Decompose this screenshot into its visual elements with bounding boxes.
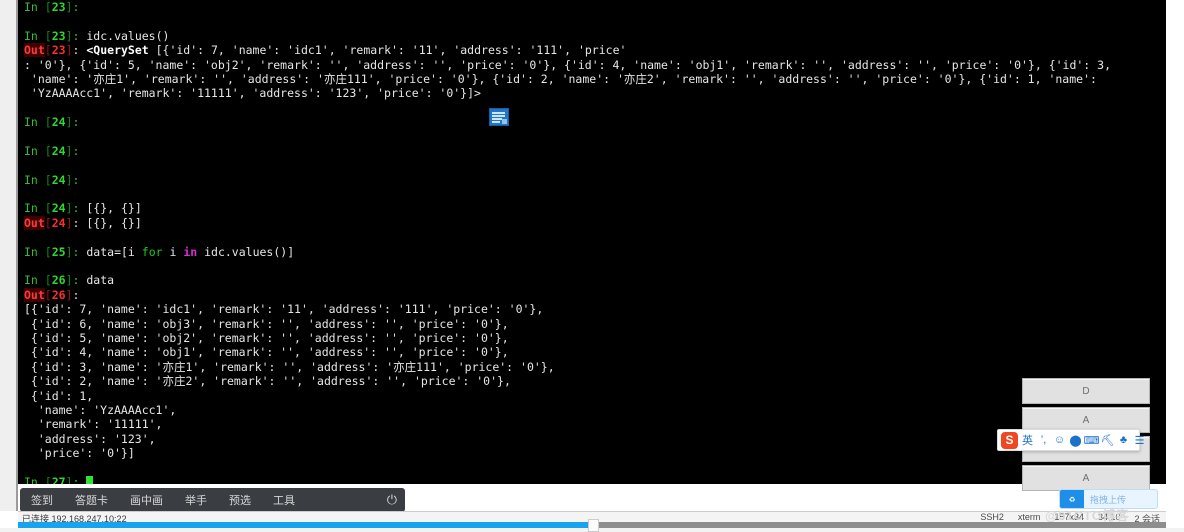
terminal-line: In [23]: idc.values() (24, 28, 170, 43)
terminal-line: In [24]: (24, 115, 87, 130)
ime-menu-icon[interactable]: ☰ (1133, 434, 1146, 447)
ime-skin-icon[interactable]: ♣ (1117, 434, 1130, 447)
terminal-output[interactable]: In [23]: In [23]: idc.values() Out[23]: <… (18, 0, 1166, 484)
terminal-line: In [24]: (24, 172, 87, 187)
ime-toolbox-icon[interactable]: ⛏ (1101, 434, 1115, 447)
ime-language-toggle[interactable]: 英 (1021, 434, 1034, 447)
side-button-d[interactable]: D (1022, 378, 1150, 404)
terminal-line: In [26]: data (24, 273, 115, 288)
right-edge (1166, 0, 1184, 528)
terminal-line: {'id': 3, 'name': '亦庄1', 'remark': '', '… (24, 359, 555, 374)
terminal-line: Out[23]: <QuerySet [{'id': 7, 'name': 'i… (24, 43, 627, 58)
ime-emoji-icon[interactable]: ☺ (1053, 434, 1066, 447)
ime-keyboard-icon[interactable]: ⌨ (1084, 434, 1100, 447)
toolbar-pip[interactable]: 画中画 (119, 492, 174, 508)
terminal-line: {'id': 5, 'name': 'obj2', 'remark': '', … (24, 330, 509, 345)
toolbar-preselect[interactable]: 预选 (218, 492, 262, 508)
ime-voice-icon[interactable]: ⬤ (1069, 434, 1082, 447)
bottom-left-edge (0, 511, 18, 528)
terminal-line: {'id': 1, (24, 388, 94, 403)
terminal-line: 'remark': '11111', (24, 417, 163, 432)
horizontal-scrollbar[interactable] (18, 519, 1166, 532)
terminal-line: {'id': 4, 'name': 'obj1', 'remark': '', … (24, 345, 509, 360)
terminal-line: In [25]: data=[i for i in idc.values()] (24, 244, 295, 259)
terminal-line: Out[26]: (24, 287, 87, 302)
toolbar-tools[interactable]: 工具 (262, 492, 306, 508)
clipboard-paste-icon[interactable] (489, 108, 509, 126)
app-root: In [23]: In [23]: idc.values() Out[23]: <… (0, 0, 1184, 532)
terminal-line: 'address': '123', (24, 431, 156, 446)
terminal-line: In [27]: (24, 475, 1166, 484)
terminal-line: Out[24]: [{}, {}] (24, 215, 142, 230)
terminal-line: In [23]: (24, 0, 87, 14)
scrollbar-fill (18, 522, 592, 528)
terminal-line: 'name': '亦庄1', 'remark': '', 'address': … (24, 71, 1097, 86)
side-button-a-3[interactable]: A (1022, 465, 1150, 491)
terminal-line: [{'id': 7, 'name': 'idc1', 'remark': '11… (24, 302, 544, 317)
terminal-line: 'price': '0'}] (24, 446, 135, 461)
upload-label: 拖拽上传 (1090, 494, 1127, 505)
terminal-line: : '0'}, {'id': 5, 'name': 'obj2', 'remar… (24, 57, 1112, 72)
sogou-ime-bar[interactable]: S 英 ’, ☺ ⬤ ⌨ ⛏ ♣ ☰ (997, 429, 1144, 451)
terminal-line: {'id': 6, 'name': 'obj3', 'remark': '', … (24, 316, 509, 331)
terminal-line: {'id': 2, 'name': '亦庄2', 'remark': '', '… (24, 374, 511, 389)
toolbar-signin[interactable]: 签到 (20, 492, 64, 508)
sogou-logo-icon: S (1001, 431, 1018, 449)
class-toolbar: 签到 答题卡 画中画 举手 预选 工具 ⏻ (20, 488, 405, 512)
toolbar-raise-hand[interactable]: 举手 (174, 492, 218, 508)
terminal-line: 'YzAAAAcc1', 'remark': '11111', 'address… (24, 86, 481, 101)
ime-punctuation-icon[interactable]: ’, (1037, 434, 1050, 447)
scrollbar-knob[interactable] (588, 519, 599, 532)
terminal-line: In [24]: [{}, {}] (24, 201, 142, 216)
terminal-line: In [24]: (24, 143, 87, 158)
terminal-line: 'name': 'YzAAAAcc1', (24, 402, 177, 417)
terminal-left-gutter (0, 0, 18, 511)
toolbar-answer-card[interactable]: 答题卡 (64, 492, 119, 508)
power-icon[interactable]: ⏻ (387, 492, 397, 508)
